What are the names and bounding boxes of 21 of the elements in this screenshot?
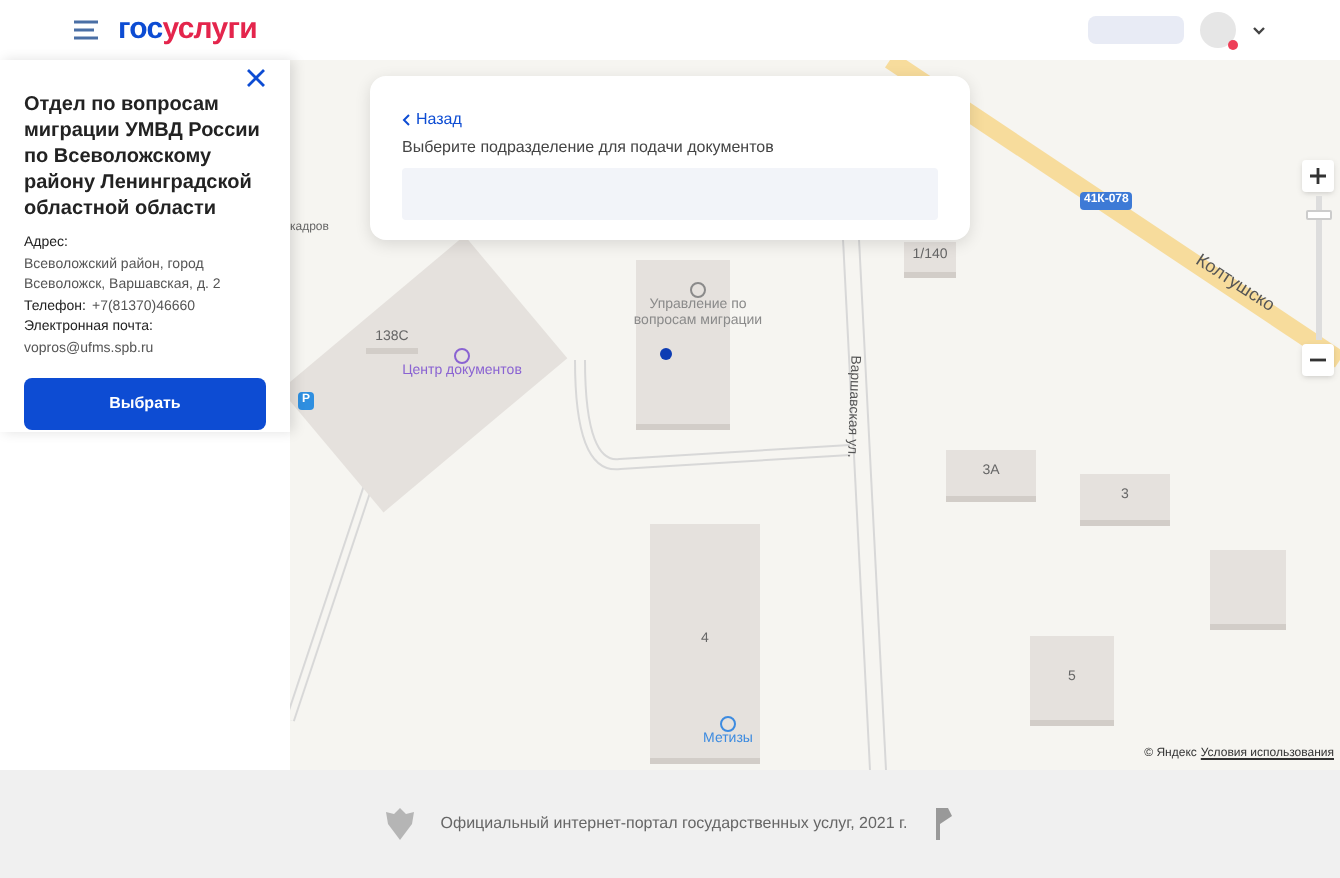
zoom-slider-thumb[interactable] [1305,209,1331,220]
footer-text: Официальный интернет-портал государственных услуг, 2021 г. [440,812,908,836]
menu-icon[interactable] [74,20,98,40]
zoom-in-button[interactable] [1302,160,1334,192]
plus-icon [1310,168,1326,184]
zoom-out-button[interactable] [1302,344,1334,376]
chevron-down-icon[interactable] [1252,25,1266,35]
poi-marker[interactable] [720,716,736,732]
flag-icon [931,804,956,844]
back-link[interactable]: Назад [402,108,462,132]
logo[interactable]: госуслуги [118,7,257,53]
chevron-left-icon [402,114,410,126]
close-icon[interactable] [246,68,266,88]
emblem-icon [384,804,417,844]
poi-marker[interactable] [690,282,706,298]
select-button[interactable]: Выбрать [24,378,266,430]
office-title: Отдел по вопросам миграции УМВД России по Всеволожскому району Ленинградской областной области [24,92,262,222]
card-prompt: Выберите подразделение для подачи документов [402,136,776,160]
poi-marker[interactable] [454,348,470,364]
avatar-icon[interactable] [1200,12,1236,48]
building-drawing [1210,550,1286,630]
